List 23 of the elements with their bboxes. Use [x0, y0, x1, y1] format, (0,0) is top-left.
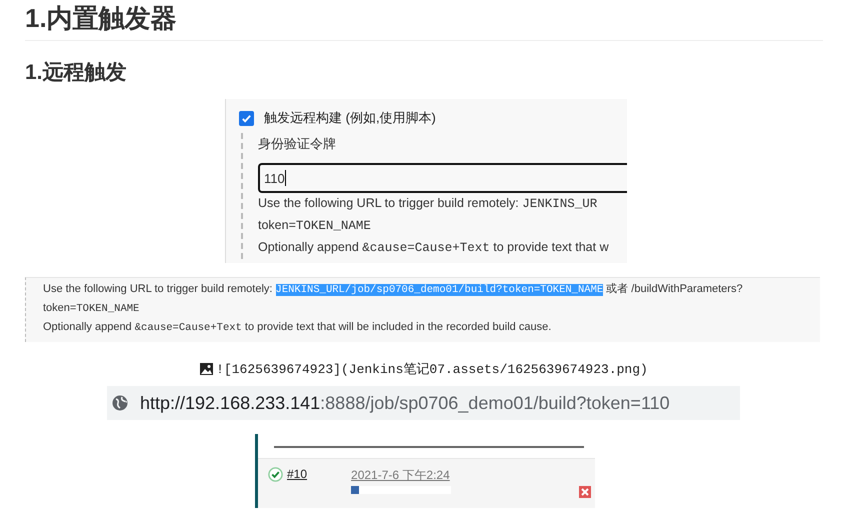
token-field[interactable]: 110 [258, 163, 627, 193]
build-time-link[interactable]: 2021-7-6 下午2:24 [351, 467, 452, 484]
globe-icon [112, 395, 128, 411]
checkbox-label: 触发远程构建 (例如,使用脚本) [264, 109, 436, 127]
help-text: Optionally append &cause=Cause+Text to provide text that will be included in the recorded build cause. [43, 320, 552, 336]
heading: 1.远程触发 [25, 60, 128, 86]
help-text: token=TOKEN_NAME [43, 301, 140, 317]
image-icon [200, 363, 214, 375]
success-icon [268, 467, 283, 482]
checkmark-icon [241, 112, 252, 124]
cancel-button[interactable] [579, 486, 591, 498]
close-icon [580, 487, 590, 497]
url-text: http://192.168.233.141:8888/job/sp0706_demo01/build?token=110 [140, 392, 670, 414]
build-link[interactable]: #10 [287, 467, 308, 481]
heading: 1.内置触发器 [25, 0, 823, 41]
help-text: token=TOKEN_NAME [258, 217, 372, 235]
address-bar[interactable]: http://192.168.233.141:8888/job/sp0706_demo01/build?token=110 [107, 386, 740, 420]
field-label: 身份验证令牌 [258, 135, 337, 153]
help-text: Optionally append &cause=Cause+Text to provide text that w [258, 239, 610, 257]
help-text: Use the following URL to trigger build remotely: JENKINS_URL/job/sp0706_demo01/build?token=TOKEN_NAME 或者 /buildWithParameters? [43, 282, 744, 298]
help-text: Use the following URL to trigger build remotely: JENKINS_UR [258, 195, 598, 213]
checkbox[interactable] [239, 110, 254, 126]
image-alt-text: ![1625639674923](Jenkins笔记07.assets/1625639674923.png) [216, 361, 648, 378]
